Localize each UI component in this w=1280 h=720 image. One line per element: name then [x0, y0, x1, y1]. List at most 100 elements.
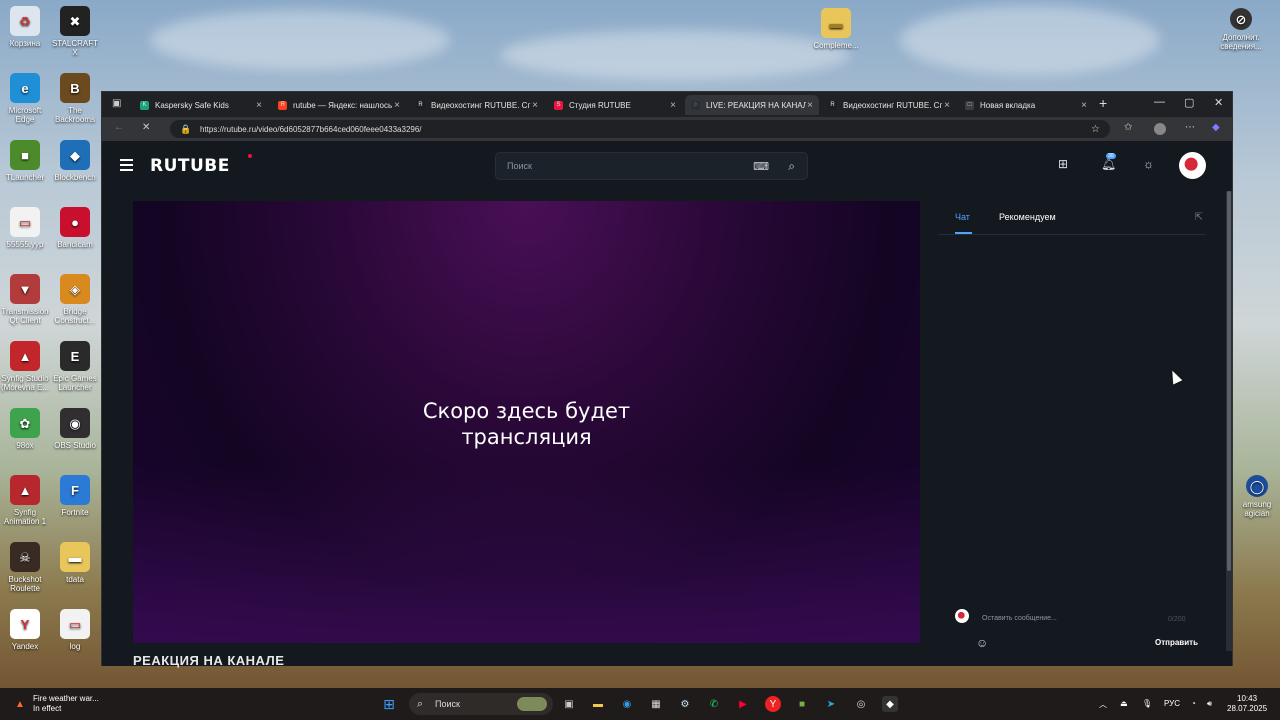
upload-icon[interactable]: ⊞ — [1058, 157, 1068, 171]
rutube-logo[interactable]: RUTUBE — [150, 156, 230, 176]
close-tab-icon[interactable]: × — [532, 100, 538, 111]
favorite-star-icon[interactable]: ☆ — [1091, 124, 1100, 135]
wifi-icon[interactable]: ◔ — [1191, 699, 1196, 708]
file-explorer-icon[interactable]: ▬ — [590, 696, 606, 712]
desktop-icon[interactable]: ■ TLauncher — [0, 140, 50, 182]
close-tab-icon[interactable]: × — [394, 100, 400, 111]
more-menu-icon[interactable]: ⋯ — [1185, 122, 1195, 133]
tab-actions-icon[interactable]: ▣ — [112, 98, 121, 109]
task-view-icon[interactable]: ▣ — [561, 696, 577, 712]
browser-tab[interactable]: R Видеохостинг RUTUBE. Сг × — [410, 95, 544, 115]
profile-icon[interactable] — [1154, 123, 1166, 135]
desktop-icon[interactable]: ◆ Blockbench — [50, 140, 100, 182]
usb-icon[interactable]: ⏏ — [1120, 699, 1128, 708]
desktop-icon[interactable]: ✖ STALCRAFT X — [50, 6, 100, 57]
desktop-icon[interactable]: ▭ 55555.ууp — [0, 207, 50, 249]
whatsapp-icon[interactable]: ✆ — [706, 696, 722, 712]
app-icon: ✿ — [10, 408, 40, 438]
page-scrollbar[interactable] — [1226, 191, 1232, 651]
search-input[interactable]: Поиск ⌨ ⌕ — [495, 152, 808, 180]
desktop-icon[interactable]: ☠ Buckshot Roulette — [0, 542, 50, 593]
mic-icon[interactable]: 🎙︎ — [1142, 699, 1152, 708]
desktop-icon[interactable]: ✿ 98ox — [0, 408, 50, 450]
tray-overflow-icon[interactable]: ︿ — [1099, 699, 1107, 710]
desktop-icon[interactable]: ▲ Synfig Studio (Morevna E... — [0, 341, 50, 392]
tab-title: Студия RUTUBE — [569, 100, 631, 110]
youtube-icon[interactable]: ▶ — [735, 696, 751, 712]
app-icon: E — [60, 341, 90, 371]
browser-tab[interactable]: □ Новая вкладка × — [959, 95, 1093, 115]
desktop-icon[interactable]: ▲ Synfig Animation 1 — [0, 475, 50, 526]
video-player[interactable]: Скоро здесь будет трансляция — [133, 201, 920, 643]
browser-tab[interactable]: K Kaspersky Safe Kids × — [134, 95, 268, 115]
desktop-icon[interactable]: ♻ Корзина — [0, 6, 50, 48]
desktop-icon[interactable]: F Fortnite — [50, 475, 100, 517]
search-icon[interactable]: ⌕ — [788, 159, 795, 174]
maximize-button[interactable]: ▢ — [1184, 96, 1194, 109]
taskbar-search[interactable]: ⌕ Поиск — [409, 693, 553, 715]
desktop-icon[interactable]: E Epic Games Launcher — [50, 341, 100, 392]
desktop-icon[interactable]: e Microsoft Edge — [0, 73, 50, 124]
browser-tab[interactable]: Яrutube — Яндекс: нашлось × — [272, 95, 406, 115]
browser-tab[interactable]: R Видеохостинг RUTUBE. Сг × — [822, 95, 956, 115]
info-icon: ⊘ — [1230, 8, 1252, 30]
desktop-icon[interactable]: ● Bandicam — [50, 207, 100, 249]
desktop-icon[interactable]: ◈ Bridge Construct... — [50, 274, 100, 325]
notifications-icon[interactable]: 🔔︎ — [1101, 157, 1116, 171]
close-tab-icon[interactable]: × — [944, 100, 950, 111]
reload-stop-icon[interactable]: ✕ — [142, 122, 150, 133]
browser-tab[interactable]: ◌ LIVE: РЕАКЦИЯ НА КАНАЛ × — [685, 95, 819, 115]
desktop-icon[interactable]: ▭ log — [50, 609, 100, 651]
cloud — [500, 30, 850, 80]
tab-chat[interactable]: Чат — [955, 212, 970, 222]
desktop-icon[interactable]: ▼ Transmission Qt Client — [0, 274, 50, 325]
menu-icon[interactable] — [120, 159, 133, 174]
desktop-icon-label: Transmission Qt Client — [1, 307, 49, 325]
popout-chat-icon[interactable]: ⇱ — [1195, 212, 1203, 223]
url-field[interactable]: 🔒 https://rutube.ru/video/6d6052877b664c… — [170, 120, 1110, 138]
back-icon[interactable]: ← — [114, 122, 124, 133]
desktop-app-info[interactable]: ⊘ Дополнит. сведения... — [1216, 8, 1266, 51]
favorites-icon[interactable]: ✩ — [1124, 122, 1132, 133]
desktop-icon[interactable]: ◉ OBS Studio — [50, 408, 100, 450]
close-tab-icon[interactable]: × — [1081, 100, 1087, 111]
warning-icon[interactable]: ▲ — [12, 696, 28, 712]
send-button[interactable]: Отправить — [1155, 638, 1198, 647]
desktop-icon[interactable]: B The Backrooms — [50, 73, 100, 124]
desktop-icon[interactable]: ▬ tdata — [50, 542, 100, 584]
keyboard-icon[interactable]: ⌨ — [753, 160, 769, 173]
tab-strip: ▣ K Kaspersky Safe Kids × Яrutube — Яндекс:… — [102, 92, 1232, 117]
start-windows-icon[interactable]: ⊞ — [381, 696, 397, 712]
steam-icon[interactable]: ⚙ — [677, 696, 693, 712]
obs-icon[interactable]: ◎ — [853, 696, 869, 712]
desktop-icon[interactable]: Y Yandex — [0, 609, 50, 651]
copilot-icon[interactable]: ◆ — [1212, 122, 1220, 133]
avatar[interactable] — [1179, 152, 1206, 179]
desktop-icon-label: Yandex — [11, 642, 39, 651]
store-icon[interactable]: ▦ — [648, 696, 664, 712]
theme-toggle-icon[interactable]: ☼ — [1143, 157, 1154, 171]
desktop-icon-label: Корзина — [9, 39, 41, 48]
tab-recommended[interactable]: Рекомендуем — [999, 212, 1056, 222]
close-tab-icon[interactable]: × — [670, 100, 676, 111]
emoji-icon[interactable]: ☺ — [976, 636, 988, 650]
edge-icon[interactable]: ◉ — [619, 696, 635, 712]
weather-widget[interactable]: Fire weather war... In effect — [33, 694, 99, 714]
chat-message-input[interactable]: Оставить сообщение... — [982, 615, 1057, 622]
close-window-button[interactable]: ✕ — [1214, 96, 1223, 109]
yandex-browser-icon[interactable]: Y — [765, 696, 781, 712]
desktop-folder-complements[interactable]: ▬ Compleme... — [811, 8, 861, 50]
language-indicator[interactable]: РУС — [1164, 699, 1180, 708]
minimize-button[interactable]: — — [1154, 96, 1165, 108]
clock[interactable]: 10:43 28.07.2025 — [1227, 694, 1267, 714]
browser-tab[interactable]: S Студия RUTUBE × — [548, 95, 682, 115]
telegram-icon[interactable]: ➤ — [823, 696, 839, 712]
volume-icon[interactable]: 🔊︎ — [1207, 699, 1212, 709]
minecraft-icon[interactable]: ■ — [794, 696, 810, 712]
close-tab-icon[interactable]: × — [256, 100, 262, 111]
unity-icon[interactable]: ◆ — [882, 696, 898, 712]
site-info-icon[interactable]: 🔒 — [180, 124, 191, 135]
close-tab-icon[interactable]: × — [807, 100, 813, 111]
desktop-app-samsung[interactable]: ◯ amsung agician — [1232, 475, 1280, 518]
new-tab-button[interactable]: + — [1099, 95, 1107, 111]
